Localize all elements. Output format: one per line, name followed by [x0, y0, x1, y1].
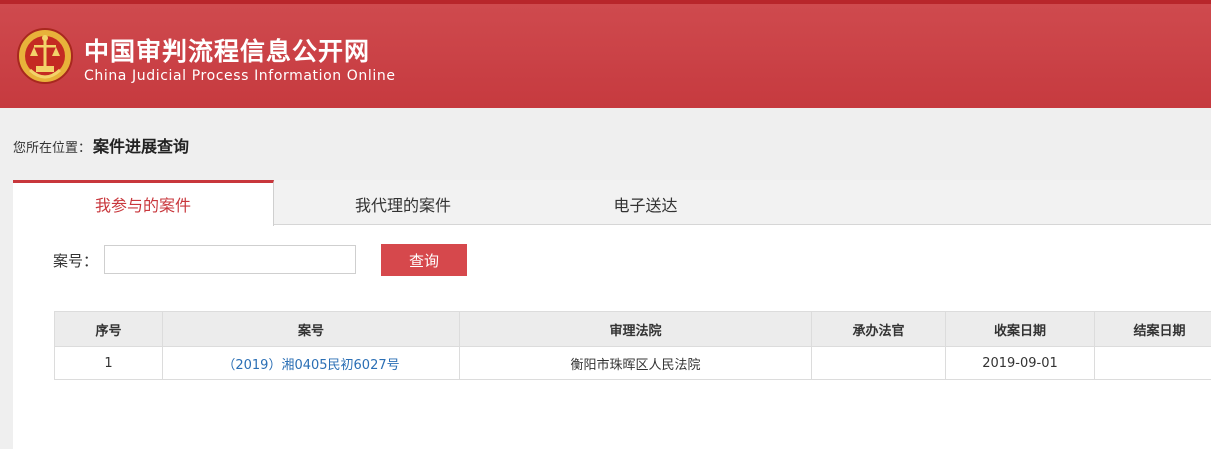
- col-header-judge: 承办法官: [811, 311, 946, 347]
- cell-judge: [811, 346, 946, 380]
- case-number-label: 案号：: [53, 252, 99, 270]
- cell-filing-date: 2019-09-01: [945, 346, 1095, 380]
- breadcrumb-current: 案件进展查询: [93, 137, 190, 156]
- col-header-case-number: 案号: [162, 311, 460, 347]
- case-table: 序号 案号 审理法院 承办法官 收案日期 结案日期 1 （2019）湘0405民…: [54, 311, 1211, 380]
- col-header-index: 序号: [54, 311, 163, 347]
- table-row: 1 （2019）湘0405民初6027号 衡阳市珠晖区人民法院 2019-09-…: [54, 346, 1211, 380]
- col-header-filing-date: 收案日期: [945, 311, 1095, 347]
- breadcrumb-label: 您所在位置：: [13, 141, 92, 156]
- court-emblem-icon: [17, 28, 73, 84]
- site-title: 中国审判流程信息公开网: [84, 37, 371, 66]
- site-header: 中国审判流程信息公开网 China Judicial Process Infor…: [0, 0, 1211, 108]
- cell-index: 1: [54, 346, 163, 380]
- tab-bar: 我参与的案件 我代理的案件 电子送达: [13, 180, 1211, 226]
- col-header-court: 审理法院: [459, 311, 812, 347]
- tab-my-cases[interactable]: 我参与的案件: [13, 180, 274, 226]
- case-number-link[interactable]: （2019）湘0405民初6027号: [162, 346, 460, 380]
- breadcrumb: 您所在位置： 案件进展查询: [13, 133, 189, 157]
- table-header-row: 序号 案号 审理法院 承办法官 收案日期 结案日期: [54, 311, 1211, 347]
- tab-agent-cases[interactable]: 我代理的案件: [313, 180, 493, 225]
- search-button[interactable]: 查询: [381, 244, 467, 276]
- main-panel: 我参与的案件 我代理的案件 电子送达 案号： 查询 序号 案号 审理法院 承办法…: [13, 180, 1211, 449]
- cell-court: 衡阳市珠晖区人民法院: [459, 346, 812, 380]
- cell-closing-date: [1094, 346, 1211, 380]
- tab-e-service[interactable]: 电子送达: [573, 180, 718, 225]
- site-subtitle: China Judicial Process Information Onlin…: [84, 68, 396, 84]
- col-header-closing-date: 结案日期: [1094, 311, 1211, 347]
- case-number-input[interactable]: [104, 245, 356, 274]
